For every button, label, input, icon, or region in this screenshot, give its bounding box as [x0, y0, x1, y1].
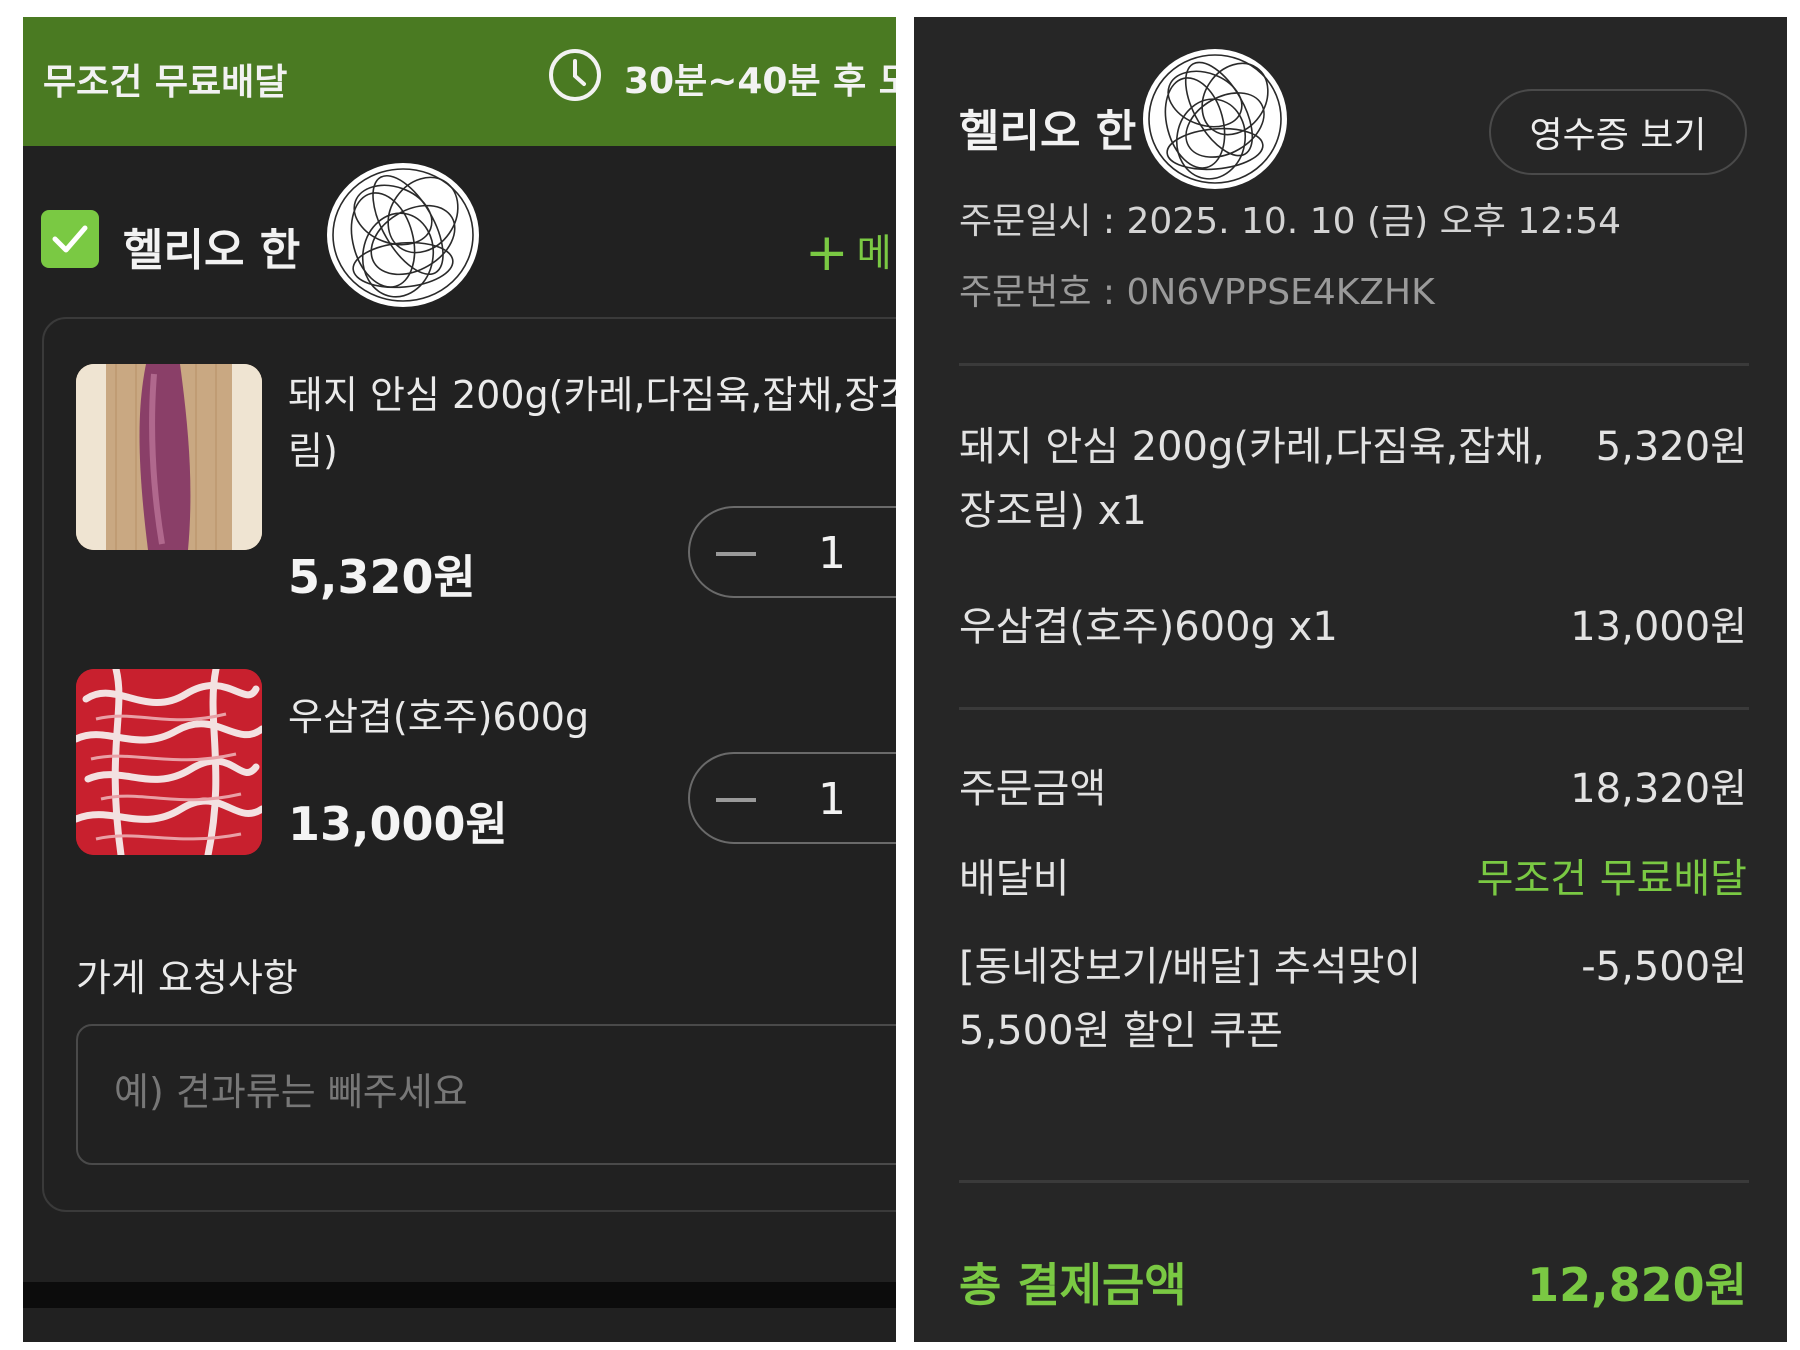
divider	[959, 1180, 1749, 1183]
checkmark-icon	[52, 225, 88, 253]
order-receipt-screen: 헬리오 한 영수증 보기 주문일시 : 2025. 10. 10 (금) 오후 …	[914, 17, 1787, 1342]
receipt-item-name: 우삼겹(호주)600g x1	[959, 604, 1338, 650]
receipt-item-name: 돼지 안심 200g(카레,다짐육,잡채,장조림) x1	[959, 424, 1545, 534]
store-request-box	[76, 1024, 896, 1165]
cart-item-price: 13,000원	[288, 797, 508, 851]
total-payment-label: 총 결제금액	[959, 1258, 1187, 1312]
cart-screen: 무조건 무료배달 30분~40분 후 도 헬리오 한 + 메 돼지 안심 200…	[23, 17, 896, 1342]
delivery-eta: 30분~40분 후 도	[624, 61, 896, 102]
coupon-label: [동네장보기/배달] 추석맞이 5,500원 할인 쿠폰	[959, 944, 1422, 1054]
add-menu-button[interactable]: + 메	[805, 222, 892, 283]
store-request-title: 가게 요청사항	[76, 956, 298, 1000]
store-checkbox[interactable]	[41, 210, 99, 268]
store-request-input[interactable]	[114, 1070, 894, 1114]
subtotal-label: 주문금액	[959, 766, 1107, 812]
product-image-pork-tenderloin[interactable]	[76, 364, 262, 550]
coupon-discount-value: -5,500원	[1581, 944, 1747, 990]
quantity-value: 1	[818, 774, 846, 825]
quantity-stepper: 1	[688, 506, 896, 598]
clock-icon	[549, 49, 601, 101]
order-datetime: 주문일시 : 2025. 10. 10 (금) 오후 12:54	[959, 201, 1622, 242]
free-delivery-label: 무조건 무료배달	[43, 62, 288, 103]
receipt-item-price: 5,320원	[1595, 424, 1747, 470]
subtotal-value: 18,320원	[1570, 766, 1747, 812]
plus-icon: +	[805, 223, 849, 283]
decrease-quantity-button[interactable]	[716, 798, 756, 802]
cart-item-name: 돼지 안심 200g(카레,다짐육,잡채,장조림)	[288, 373, 896, 473]
delivery-info-bar: 무조건 무료배달 30분~40분 후 도	[23, 17, 896, 146]
delivery-fee-value: 무조건 무료배달	[1476, 856, 1747, 902]
receipt-item-price: 13,000원	[1570, 604, 1747, 650]
beef-brisket-illustration	[76, 669, 262, 855]
total-payment-value: 12,820원	[1527, 1258, 1747, 1312]
order-number: 주문번호 : 0N6VPPSE4KZHK	[959, 272, 1435, 313]
redaction-scribble	[327, 163, 479, 307]
product-image-beef-brisket[interactable]	[76, 669, 262, 855]
divider	[959, 707, 1749, 710]
view-receipt-button[interactable]: 영수증 보기	[1489, 89, 1747, 175]
store-name: 헬리오 한	[123, 225, 301, 276]
pork-tenderloin-illustration	[76, 364, 262, 550]
store-name: 헬리오 한	[959, 106, 1137, 157]
add-menu-label: 메	[856, 231, 892, 275]
cart-item-name: 우삼겹(호주)600g	[288, 695, 590, 739]
divider	[959, 363, 1749, 366]
cart-item-price: 5,320원	[288, 550, 476, 604]
decrease-quantity-button[interactable]	[716, 552, 756, 556]
quantity-value: 1	[818, 528, 846, 579]
redaction-scribble	[1143, 49, 1287, 189]
quantity-stepper: 1	[688, 752, 896, 844]
delivery-fee-label: 배달비	[959, 856, 1070, 902]
bottom-divider-bar	[23, 1282, 896, 1308]
